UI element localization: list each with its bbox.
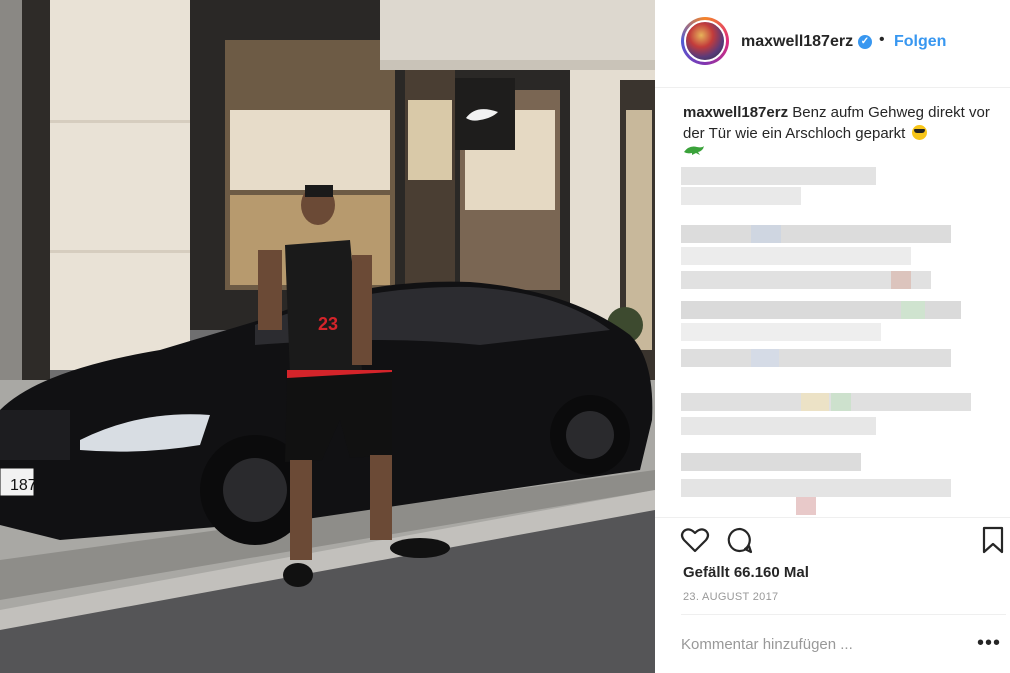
more-options-icon[interactable]: ••• [977, 632, 1001, 655]
license-plate-text: 187 [10, 477, 37, 494]
bookmark-icon[interactable] [978, 525, 1008, 555]
post-header: maxwell187erz ✓ • Folgen [655, 0, 1010, 88]
post-sidebar: maxwell187erz ✓ • Folgen maxwell187erz B… [655, 0, 1010, 673]
header-separator: • [879, 31, 885, 48]
censored-comments [681, 165, 981, 520]
post-photo[interactable]: 187 23 [0, 0, 655, 673]
comment-bar: ••• [655, 614, 1010, 673]
post-date: 23. AUGUST 2017 [683, 591, 779, 603]
crocodile-icon [684, 146, 704, 155]
photo-scene: 187 23 [0, 0, 655, 673]
heart-icon[interactable] [680, 525, 710, 555]
speech-bubble-icon[interactable] [725, 525, 755, 555]
caption-username[interactable]: maxwell187erz [683, 104, 788, 121]
follow-button[interactable]: Folgen [894, 33, 946, 51]
action-bar [655, 517, 1010, 561]
caption: maxwell187erz Benz aufm Gehweg direkt vo… [683, 102, 993, 144]
jersey-number: 23 [318, 314, 338, 334]
divider [681, 614, 1006, 615]
avatar[interactable] [681, 17, 729, 65]
comment-input[interactable] [681, 636, 961, 653]
verified-badge-icon: ✓ [858, 35, 872, 49]
smiling-face-with-sunglasses-icon [911, 125, 927, 140]
likes-count[interactable]: Gefällt 66.160 Mal [683, 564, 809, 581]
header-username[interactable]: maxwell187erz [741, 33, 853, 51]
